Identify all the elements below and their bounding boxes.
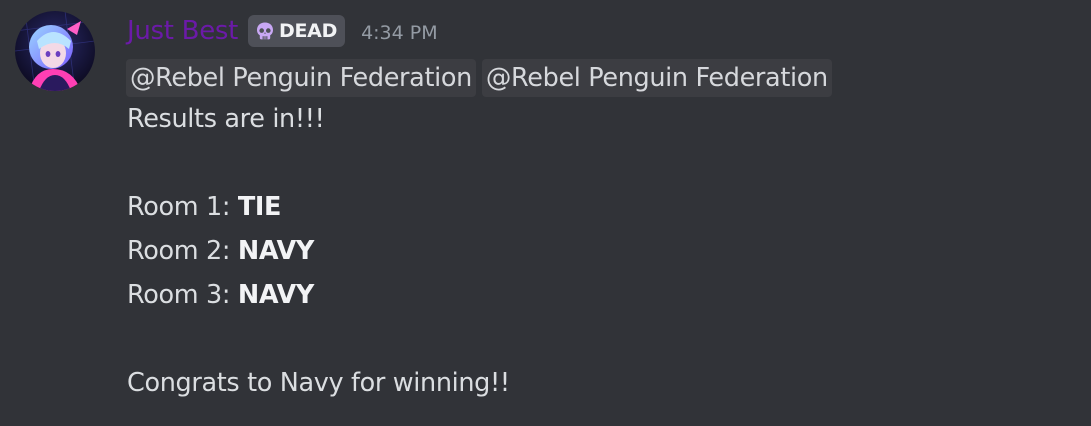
chat-message: Just Best DEAD 4:34 PM @Rebel Penguin Fe… bbox=[0, 0, 1091, 426]
role-label: DEAD bbox=[279, 20, 338, 42]
room3-result: NAVY bbox=[237, 280, 315, 310]
message-line-room1: Room 1: TIE bbox=[127, 185, 1067, 229]
message-line-outro: Congrats to Navy for winning!! bbox=[127, 368, 510, 398]
room3-label: Room 3: bbox=[127, 280, 238, 310]
room2-label: Room 2: bbox=[127, 236, 238, 266]
message-line-intro: Results are in!!! bbox=[127, 104, 325, 134]
room1-label: Room 1: bbox=[127, 192, 238, 222]
mentions-line: @Rebel Penguin Federation @Rebel Penguin … bbox=[126, 53, 1067, 97]
message-content: @Rebel Penguin Federation @Rebel Penguin … bbox=[126, 53, 1067, 405]
author-name[interactable]: Just Best bbox=[127, 16, 238, 46]
room2-result: NAVY bbox=[237, 236, 315, 266]
message-line-room3: Room 3: NAVY bbox=[127, 273, 1067, 317]
message-header: Just Best DEAD 4:34 PM bbox=[127, 12, 438, 50]
room1-result: TIE bbox=[237, 192, 282, 222]
role-tag[interactable]: DEAD bbox=[248, 15, 346, 47]
author-avatar[interactable] bbox=[15, 11, 95, 91]
message-timestamp[interactable]: 4:34 PM bbox=[361, 18, 438, 44]
role-mention[interactable]: @Rebel Penguin Federation bbox=[481, 59, 832, 97]
message-line-room2: Room 2: NAVY bbox=[127, 229, 1067, 273]
skull-icon bbox=[257, 22, 274, 40]
avatar-image bbox=[15, 11, 95, 91]
role-mention[interactable]: @Rebel Penguin Federation bbox=[126, 59, 476, 97]
